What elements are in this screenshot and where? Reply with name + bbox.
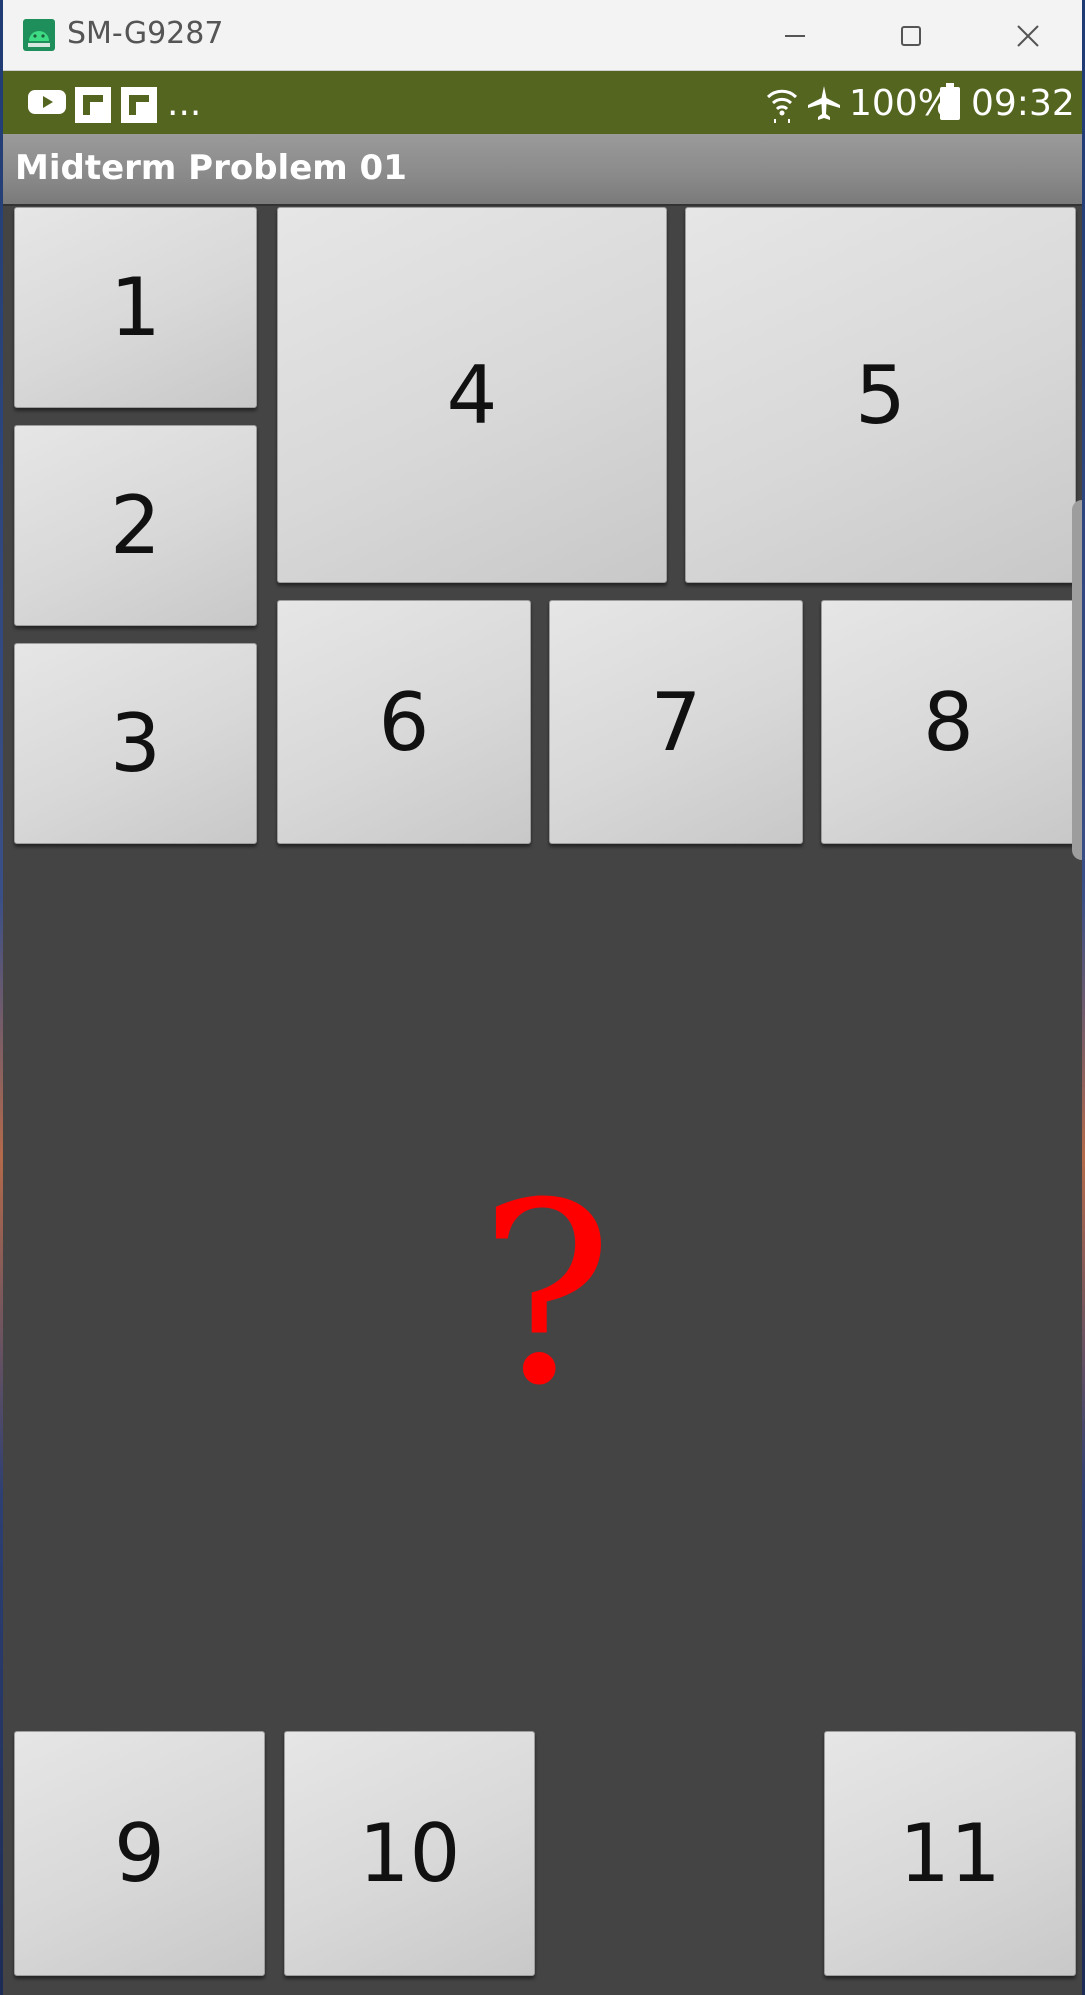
edge-panel-handle[interactable] [1072, 500, 1082, 860]
flipboard-icon [121, 87, 157, 123]
tile-button-10[interactable]: 10 [284, 1731, 535, 1976]
tile-button-6[interactable]: 6 [277, 600, 531, 844]
wifi-icon [766, 89, 798, 123]
youtube-icon [28, 90, 66, 114]
flipboard-icon [75, 87, 111, 123]
android-app-icon [23, 19, 55, 51]
tile-button-3[interactable]: 3 [14, 643, 257, 844]
more-notifications: ... [167, 83, 202, 124]
airplane-mode-icon [808, 86, 840, 120]
battery-icon [940, 83, 960, 120]
minimize-icon[interactable] [773, 14, 817, 58]
tile-button-11[interactable]: 11 [824, 1731, 1076, 1976]
status-time: 09:32 [971, 83, 1075, 124]
emulator-window: SM-G9287 ... 100% 09:32 Midterm Problem … [3, 0, 1082, 1995]
battery-percent: 100% [849, 83, 952, 124]
status-bar: ... 100% 09:32 [3, 71, 1082, 134]
maximize-icon[interactable] [889, 14, 933, 58]
page-title: Midterm Problem 01 [15, 148, 407, 188]
tile-button-2[interactable]: 2 [14, 425, 257, 626]
question-mark: ? [478, 1149, 614, 1440]
close-icon[interactable] [1006, 14, 1050, 58]
tile-button-5[interactable]: 5 [685, 207, 1076, 583]
tile-button-1[interactable]: 1 [14, 207, 257, 408]
tile-button-7[interactable]: 7 [549, 600, 803, 844]
tile-button-8[interactable]: 8 [821, 600, 1076, 844]
tile-button-9[interactable]: 9 [14, 1731, 265, 1976]
window-title-bar: SM-G9287 [3, 0, 1082, 71]
action-bar: Midterm Problem 01 [3, 134, 1082, 206]
window-title: SM-G9287 [67, 16, 224, 51]
tile-button-4[interactable]: 4 [277, 207, 667, 583]
